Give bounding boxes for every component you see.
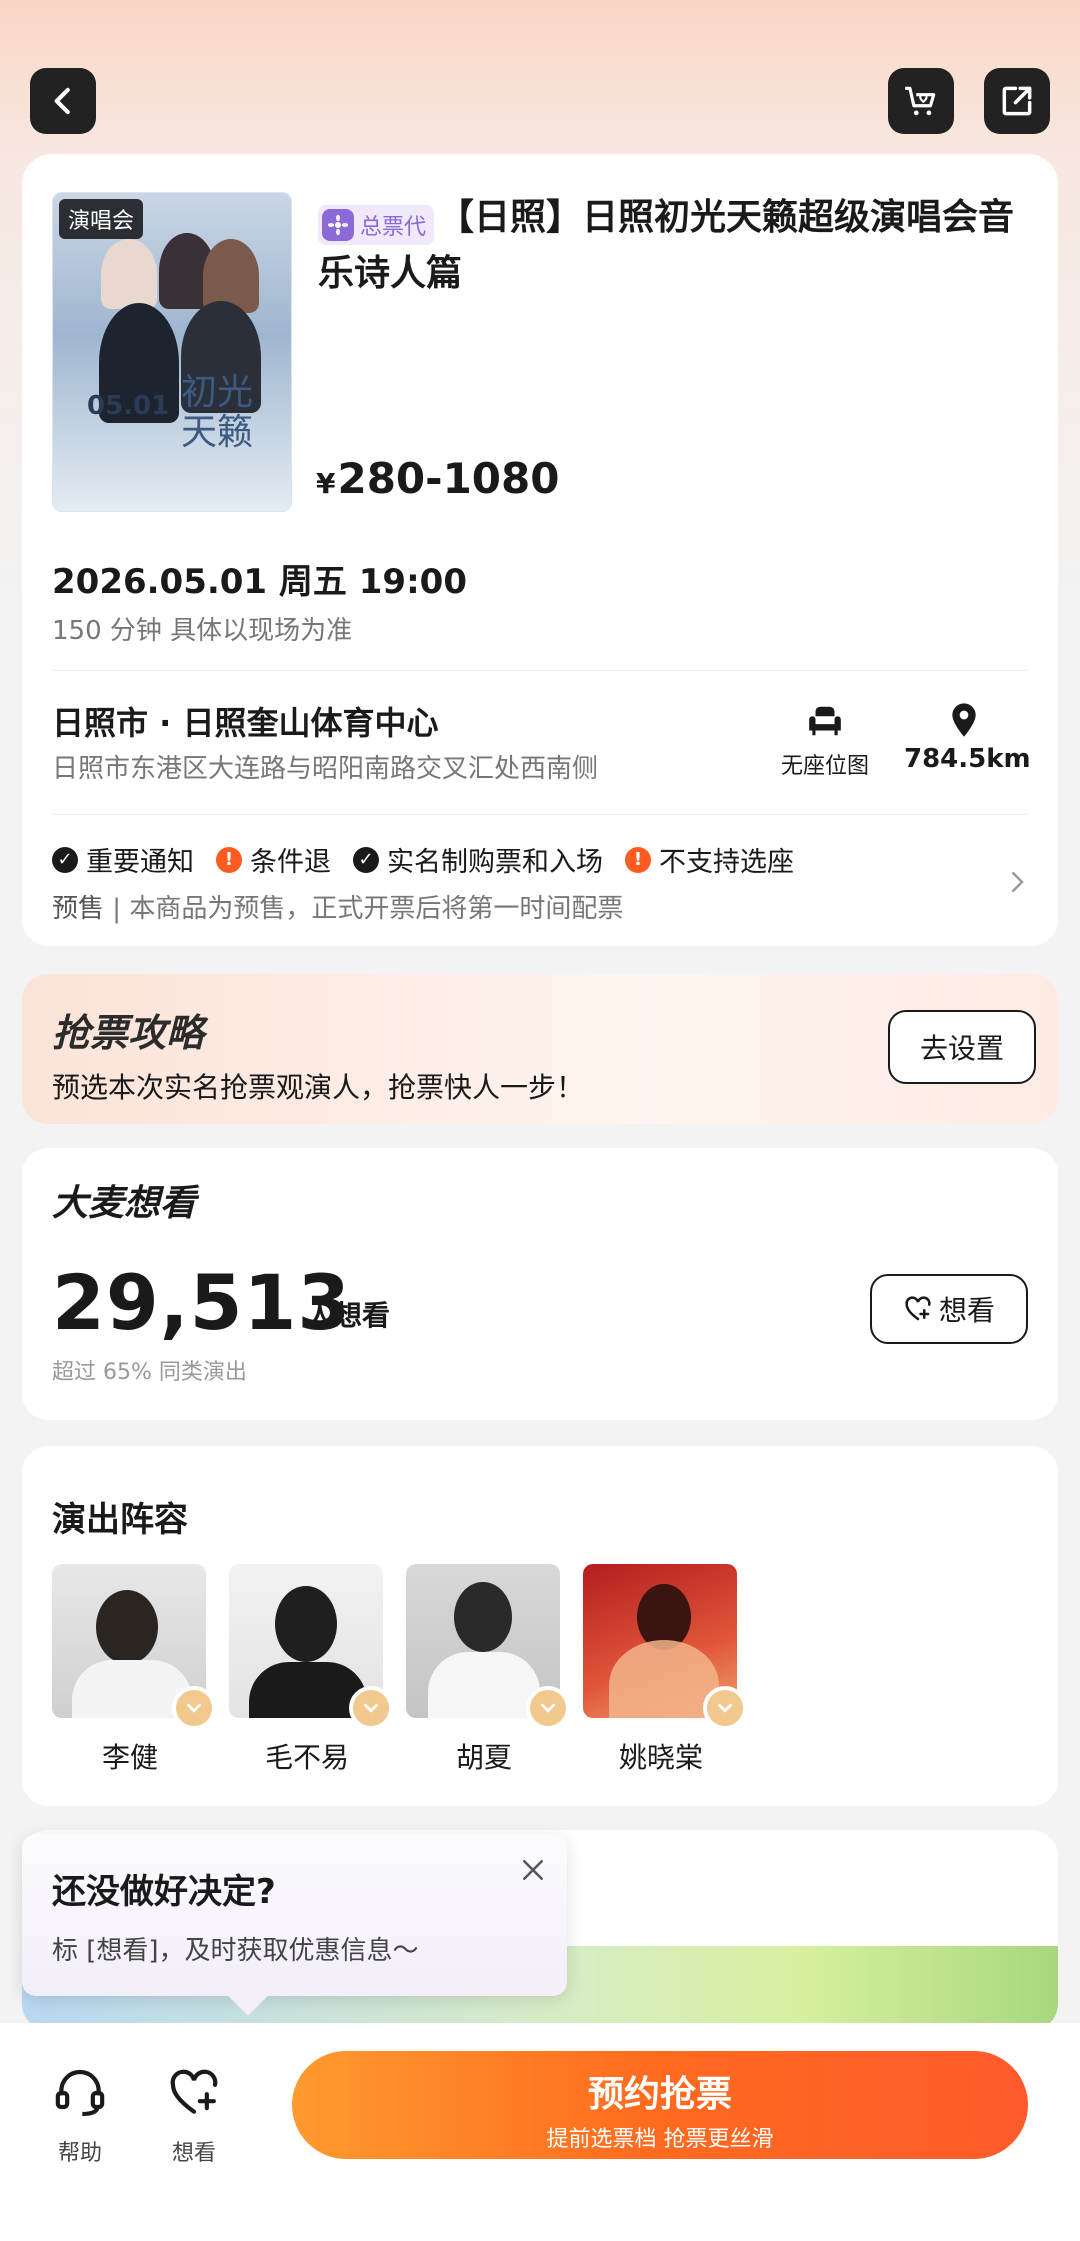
want-tab-button[interactable]: 想看 — [144, 2065, 244, 2167]
cast-member[interactable]: 李健 — [52, 1564, 216, 1776]
cast-list: 李健 毛不易 胡夏 姚晓棠 — [52, 1564, 760, 1776]
poster-figure — [101, 239, 157, 309]
cart-heart-icon — [905, 86, 936, 116]
notice-label: 重要通知 — [86, 847, 194, 878]
event-poster[interactable]: 演唱会 05.01 初光天籁 — [52, 192, 292, 512]
popup-subtitle: 标 [想看]，及时获取优惠信息～ — [52, 1936, 419, 1966]
want-button[interactable]: 想看 — [870, 1274, 1028, 1344]
want-title: 大麦想看 — [52, 1183, 197, 1224]
price-value: 280-1080 — [337, 454, 560, 503]
cta-main-label: 预约抢票 — [587, 2074, 732, 2115]
venue-address[interactable]: 日照市东港区大连路与昭阳南路交叉汇处西南侧 — [52, 748, 598, 785]
flower-icon — [322, 208, 354, 241]
check-icon: ✓ — [52, 846, 78, 873]
cast-name: 胡夏 — [455, 1741, 512, 1774]
location-pin-icon — [952, 703, 976, 737]
back-button[interactable] — [30, 68, 96, 134]
want-subtitle: 超过 65% 同类演出 — [52, 1360, 247, 1385]
cast-card: 演出阵容 李健 毛不易 胡夏 姚晓棠 — [22, 1446, 1058, 1806]
cast-name: 毛不易 — [264, 1741, 349, 1774]
cart-button[interactable] — [888, 68, 954, 134]
title-block: 总票代 【日照】日照初光天籁超级演唱会音乐诗人篇 — [318, 190, 1038, 302]
event-duration: 150 分钟 具体以现场为准 — [52, 616, 353, 646]
reminder-popup: 还没做好决定? 标 [想看]，及时获取优惠信息～ — [22, 1834, 567, 2016]
help-label: 帮助 — [57, 2141, 102, 2166]
notice-item: ✓ 实名制购票和入场 — [353, 840, 603, 879]
heart-icon — [349, 1686, 393, 1730]
seatmap-label: 无座位图 — [780, 754, 869, 779]
notice-label: 实名制购票和入场 — [387, 847, 603, 878]
navigate-button[interactable]: 784.5km — [904, 700, 1031, 774]
reserve-ticket-button[interactable]: 预约抢票 提前选票档 抢票更丝滑 — [292, 2051, 1028, 2159]
heart-icon — [172, 1686, 216, 1730]
agent-badge: 总票代 — [318, 204, 435, 245]
heart-plus-icon — [170, 2069, 218, 2114]
venue-name[interactable]: 日照市 · 日照奎山体育中心 — [52, 698, 438, 744]
cast-member[interactable]: 毛不易 — [229, 1564, 393, 1776]
top-bar — [30, 68, 1050, 134]
price-symbol: ¥ — [316, 467, 336, 500]
cast-member[interactable]: 姚晓棠 — [583, 1564, 747, 1776]
notice-list[interactable]: ✓ 重要通知 ! 条件退 ✓ 实名制购票和入场 ! 不支持选座 — [52, 840, 816, 879]
presale-label: 预售 — [52, 894, 105, 924]
ticket-strategy-card: 抢票攻略 预选本次实名抢票观演人，抢票快人一步！ 去设置 — [22, 974, 1058, 1124]
close-button[interactable] — [513, 1850, 553, 1890]
chevron-left-icon — [54, 87, 70, 115]
want-tab-label: 想看 — [171, 2141, 216, 2166]
heart-icon — [703, 1686, 747, 1730]
notice-item: ! 条件退 — [216, 840, 331, 879]
distance: 784.5km — [904, 744, 1031, 774]
seatmap-button[interactable]: 无座位图 — [770, 702, 880, 780]
presale-text: 本商品为预售，正式开票后将第一时间配票 — [129, 894, 624, 924]
cast-name: 姚晓棠 — [618, 1741, 703, 1774]
event-info-card: 演唱会 05.01 初光天籁 总票代 【日照】日照初光天籁超级演唱会音乐诗人篇 … — [22, 154, 1058, 946]
heart-icon — [526, 1686, 570, 1730]
bottom-action-bar: 帮助 想看 预约抢票 提前选票档 抢票更丝滑 — [0, 2023, 1080, 2241]
cast-name: 李健 — [101, 1741, 158, 1774]
chevron-right-icon[interactable] — [1002, 866, 1032, 906]
close-icon — [523, 1860, 543, 1880]
warning-icon: ! — [625, 846, 651, 873]
warning-icon: ! — [216, 846, 242, 873]
presale-info: 预售 | 本商品为预售，正式开票后将第一时间配票 — [52, 888, 623, 925]
presale-separator: | — [104, 894, 130, 924]
share-icon — [1002, 86, 1032, 116]
divider — [52, 814, 1028, 815]
category-tag: 演唱会 — [59, 199, 144, 239]
cast-title: 演出阵容 — [52, 1500, 188, 1540]
want-suffix: 人想看 — [306, 1299, 391, 1332]
poster-title: 初光天籁 — [181, 372, 254, 453]
help-button[interactable]: 帮助 — [30, 2065, 130, 2167]
heart-plus-icon — [905, 1296, 931, 1321]
cast-member[interactable]: 胡夏 — [406, 1564, 570, 1776]
divider — [52, 670, 1028, 671]
poster-date: 05.01 — [87, 391, 170, 421]
setup-button[interactable]: 去设置 — [888, 1010, 1036, 1084]
check-icon: ✓ — [353, 846, 379, 873]
want-button-label: 想看 — [938, 1294, 995, 1327]
armchair-icon — [809, 706, 841, 736]
notice-label: 不支持选座 — [659, 847, 794, 878]
share-button[interactable] — [984, 68, 1050, 134]
popup-title: 还没做好决定? — [52, 1872, 276, 1912]
notice-item: ! 不支持选座 — [625, 840, 794, 879]
headset-icon — [55, 2069, 105, 2117]
notice-item: ✓ 重要通知 — [52, 840, 194, 879]
want-to-see-card: 大麦想看 29,513 人想看 超过 65% 同类演出 想看 — [22, 1148, 1058, 1420]
strategy-subtitle: 预选本次实名抢票观演人，抢票快人一步！ — [52, 1071, 585, 1104]
cta-sub-label: 提前选票档 抢票更丝滑 — [546, 2127, 774, 2152]
event-datetime: 2026.05.01 周五 19:00 — [52, 562, 467, 602]
strategy-title: 抢票攻略 — [52, 1011, 205, 1055]
agent-badge-label: 总票代 — [360, 214, 427, 240]
notice-label: 条件退 — [250, 847, 331, 878]
price-range: ¥280-1080 — [316, 454, 559, 503]
